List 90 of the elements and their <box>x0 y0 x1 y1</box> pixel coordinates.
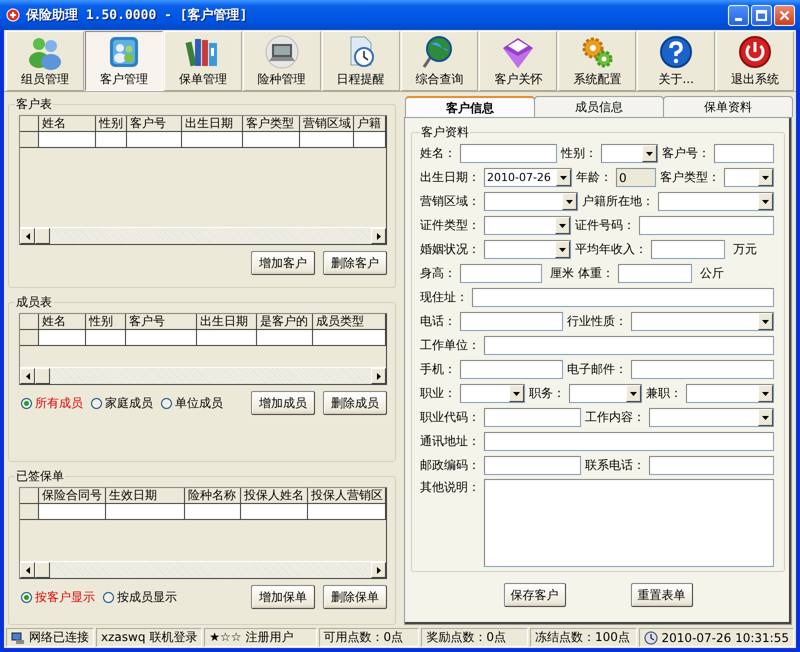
status-text: 冻结点数：100点 <box>534 629 630 646</box>
unit-label: 厘米 <box>550 265 574 282</box>
toolbar-button[interactable]: 客户管理 <box>84 31 163 91</box>
radio-button[interactable]: 所有成员 <box>21 394 83 412</box>
field-label: 性别： <box>561 145 597 162</box>
field-label: 通讯地址： <box>420 433 480 450</box>
field-label: 职业： <box>420 385 456 402</box>
radio-button[interactable]: 单位成员 <box>161 394 223 412</box>
field-label: 客户号： <box>662 145 710 162</box>
toolbar-button[interactable]: 系统配置 <box>558 31 636 91</box>
field-label: 证件类型： <box>420 217 480 234</box>
column-header: 投保人姓名 <box>241 488 308 505</box>
column-header: 户籍 <box>354 116 386 133</box>
add-member-button[interactable]: 增加成员 <box>251 391 315 415</box>
field-label: 联系电话： <box>585 457 645 474</box>
field-label: 电子邮件： <box>567 361 627 378</box>
field-label: 身高： <box>420 265 456 282</box>
save-customer-button[interactable]: 保存客户 <box>504 583 566 607</box>
column-header: 姓名 <box>39 314 86 331</box>
column-header: 成员类型 <box>313 314 386 331</box>
toolbar-button[interactable]: 险种管理 <box>242 31 321 91</box>
tab[interactable]: 客户信息 <box>405 96 535 117</box>
toolbar-button[interactable]: 综合查询 <box>400 31 478 91</box>
field-label: 邮政编码： <box>420 457 480 474</box>
status-text: 奖励点数：0点 <box>426 629 506 646</box>
column-header: 生效日期 <box>106 488 185 505</box>
dropdown[interactable]: 2010-07-26 <box>484 168 572 187</box>
column-header: 出生日期 <box>197 314 257 331</box>
column-header: 姓名 <box>39 116 96 133</box>
field-label: 手机： <box>420 361 456 378</box>
unit-label: 万元 <box>733 241 757 258</box>
tab[interactable]: 保单资料 <box>663 96 793 117</box>
section-title: 已签保单 <box>15 468 65 485</box>
text-field[interactable]: 0 <box>616 168 656 187</box>
field-label: 客户类型： <box>660 169 720 186</box>
column-header: 是客户的 <box>257 314 313 331</box>
delete-member-button[interactable]: 删除成员 <box>323 391 387 415</box>
toolbar-button[interactable]: 保单管理 <box>164 31 242 91</box>
toolbar-button[interactable]: 组员管理 <box>6 31 84 91</box>
field-label: 工作单位： <box>420 337 480 354</box>
field-label: 工作内容： <box>585 409 645 426</box>
column-header: 投保人营销区 <box>308 488 386 505</box>
window-title: 保险助理 1.50.0000 - [客户管理] <box>26 6 248 24</box>
field-label: 户籍所在地： <box>582 193 654 210</box>
column-header: 保险合同号 <box>39 488 106 505</box>
field-label: 证件号码： <box>575 217 635 234</box>
toolbar-button[interactable]: 关于... <box>637 31 716 91</box>
reset-form-button[interactable]: 重置表单 <box>630 583 692 607</box>
field-label: 姓名： <box>420 145 456 162</box>
column-header: 险种名称 <box>185 488 241 505</box>
field-label: 兼职： <box>646 385 682 402</box>
field-label: 婚姻状况： <box>420 241 480 258</box>
field-label: 职务： <box>529 385 565 402</box>
column-header: 客户号 <box>127 116 182 133</box>
field-label: 平均年收入： <box>575 241 647 258</box>
delete-policy-button[interactable]: 删除保单 <box>323 585 387 609</box>
status-text: 可用点数：0点 <box>324 629 404 646</box>
unit-label: 公斤 <box>700 265 724 282</box>
status-text: xzaswq 联机登录 <box>101 629 198 646</box>
field-label: 行业性质： <box>567 313 627 330</box>
toolbar-button[interactable]: 退出系统 <box>716 31 794 91</box>
status-text: 网络已连接 <box>29 629 89 646</box>
field-label: 出生日期： <box>420 169 480 186</box>
column-header: 营销区域 <box>300 116 354 133</box>
add-customer-button[interactable]: 增加客户 <box>251 251 315 275</box>
field-label: 其他说明： <box>420 479 480 496</box>
column-header: 客户类型 <box>243 116 300 133</box>
status-text: 2010-07-26 10:31:55 <box>662 630 789 644</box>
field-label: 体重： <box>578 265 614 282</box>
tab[interactable]: 成员信息 <box>534 96 664 117</box>
toolbar-button[interactable]: 日程提醒 <box>322 31 400 91</box>
column-header: 性别 <box>96 116 127 133</box>
section-title: 成员表 <box>15 294 53 311</box>
section-title: 客户资料 <box>420 124 470 141</box>
section-title: 客户表 <box>15 96 53 113</box>
column-header: 出生日期 <box>182 116 243 133</box>
field-label: 现住址： <box>420 289 468 306</box>
add-policy-button[interactable]: 增加保单 <box>251 585 315 609</box>
column-header: 性别 <box>86 314 126 331</box>
radio-button[interactable]: 家庭成员 <box>91 394 153 412</box>
radio-button[interactable]: 按成员显示 <box>103 588 177 606</box>
delete-customer-button[interactable]: 删除客户 <box>323 251 387 275</box>
status-text: ★☆☆ 注册用户 <box>209 629 294 646</box>
field-label: 营销区域： <box>420 193 480 210</box>
field-label: 年龄： <box>576 169 612 186</box>
field-label: 电话： <box>420 313 456 330</box>
toolbar-button[interactable]: 客户关怀 <box>479 31 558 91</box>
column-header: 客户号 <box>126 314 197 331</box>
field-label: 职业代码： <box>420 409 480 426</box>
radio-button[interactable]: 按客户显示 <box>21 588 95 606</box>
